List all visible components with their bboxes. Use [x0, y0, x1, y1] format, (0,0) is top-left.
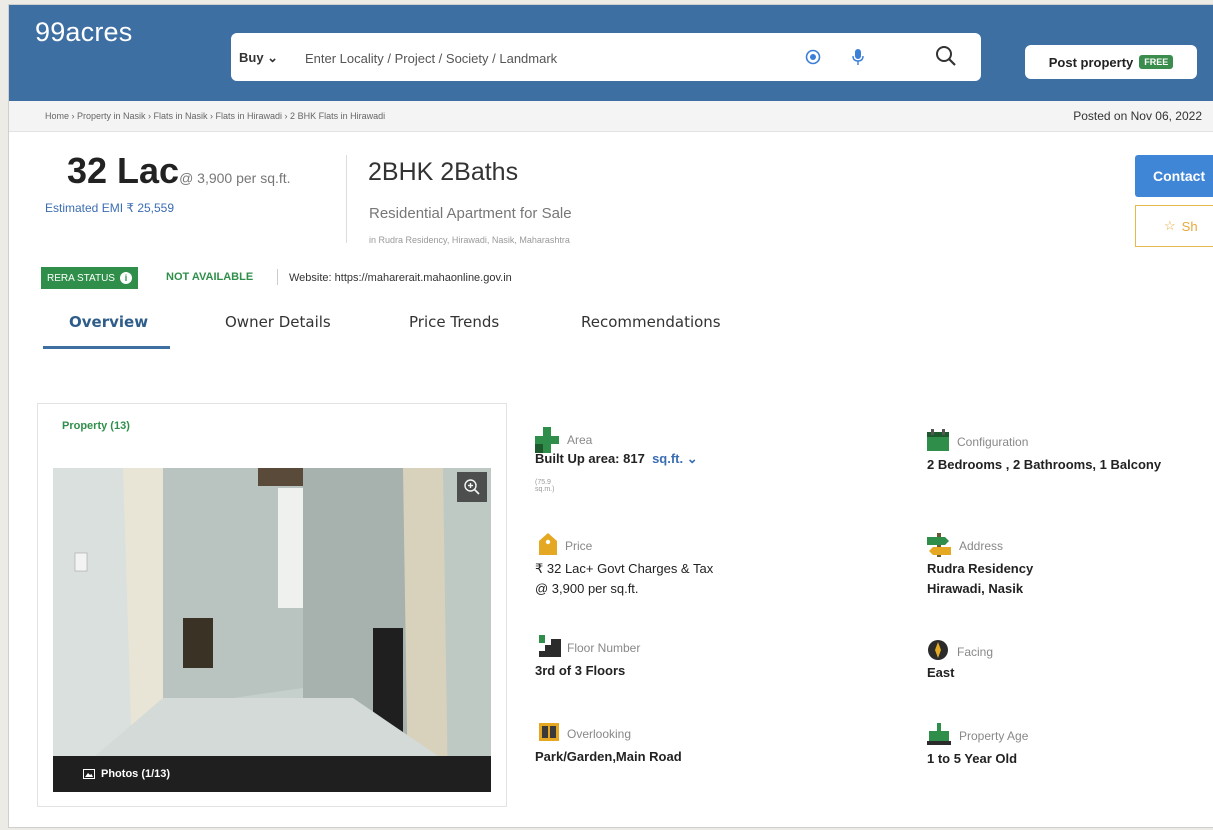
buy-dropdown[interactable]: Buy ⌄ — [239, 50, 278, 66]
photos-bar[interactable]: Photos (1/13) — [53, 756, 491, 792]
listing-price: 32 Lac@ 3,900 per sq.ft. — [67, 150, 291, 191]
building-age-icon — [927, 723, 951, 745]
rera-status-badge[interactable]: RERA STATUS i — [41, 267, 138, 289]
signpost-icon — [927, 533, 951, 557]
top-header: 99acres Buy ⌄ Post property FREE — [9, 5, 1213, 101]
search-input[interactable] — [303, 43, 807, 73]
page-frame: 99acres Buy ⌄ Post property FREE Hom — [8, 4, 1213, 828]
listing-location: in Rudra Residency, Hirawadi, Nasik, Mah… — [369, 235, 570, 245]
property-photo[interactable]: Photos (1/13) — [53, 468, 491, 792]
tab-overview[interactable]: Overview — [69, 305, 148, 339]
price-tag-icon — [539, 533, 557, 555]
compass-icon — [928, 640, 948, 660]
star-icon: ☆ — [1164, 218, 1176, 233]
image-icon — [83, 769, 95, 779]
logo[interactable]: 99acres — [35, 17, 132, 48]
unit-dropdown[interactable]: sq.ft. ⌄ — [652, 451, 698, 466]
tab-price-trends[interactable]: Price Trends — [409, 305, 499, 339]
zoom-button[interactable] — [457, 472, 487, 502]
divider — [346, 155, 347, 243]
active-tab-indicator — [43, 346, 170, 349]
property-photo-card: Property (13) Photos (1/13) — [37, 403, 507, 807]
mic-icon[interactable] — [851, 48, 865, 66]
divider — [277, 269, 278, 285]
location-target-icon[interactable] — [805, 49, 821, 65]
post-property-button[interactable]: Post property FREE — [1025, 45, 1197, 79]
area-icon — [535, 427, 559, 453]
listing-title: 2BHK 2Baths — [368, 158, 519, 186]
property-count: Property (13) — [62, 420, 130, 432]
price-per-sqft: @ 3,900 per sq.ft. — [179, 170, 291, 186]
contact-button[interactable]: Contact — [1135, 155, 1213, 197]
tab-owner-details[interactable]: Owner Details — [225, 305, 331, 339]
rera-status-value: NOT AVAILABLE — [166, 271, 254, 283]
shortlist-button[interactable]: ☆ Sh — [1135, 205, 1213, 247]
stairs-icon — [539, 635, 561, 657]
breadcrumb-row: Home › Property in Nasik › Flats in Nasi… — [9, 101, 1213, 132]
estimated-emi[interactable]: Estimated EMI ₹ 25,559 — [45, 201, 174, 215]
search-icon[interactable] — [935, 45, 957, 67]
zoom-in-icon — [464, 479, 480, 495]
listing-subtitle: Residential Apartment for Sale — [369, 205, 572, 222]
calendar-icon — [927, 429, 949, 451]
room-photo-illustration — [53, 468, 491, 792]
rera-website[interactable]: Website: https://maharerait.mahaonline.g… — [289, 272, 512, 284]
search-bar: Buy ⌄ — [231, 33, 981, 81]
tab-recommendations[interactable]: Recommendations — [581, 305, 721, 339]
breadcrumb[interactable]: Home › Property in Nasik › Flats in Nasi… — [45, 111, 385, 121]
free-badge: FREE — [1139, 55, 1174, 69]
posted-date: Posted on Nov 06, 2022 — [1073, 109, 1202, 123]
info-icon[interactable]: i — [119, 272, 132, 284]
window-icon — [539, 723, 559, 741]
